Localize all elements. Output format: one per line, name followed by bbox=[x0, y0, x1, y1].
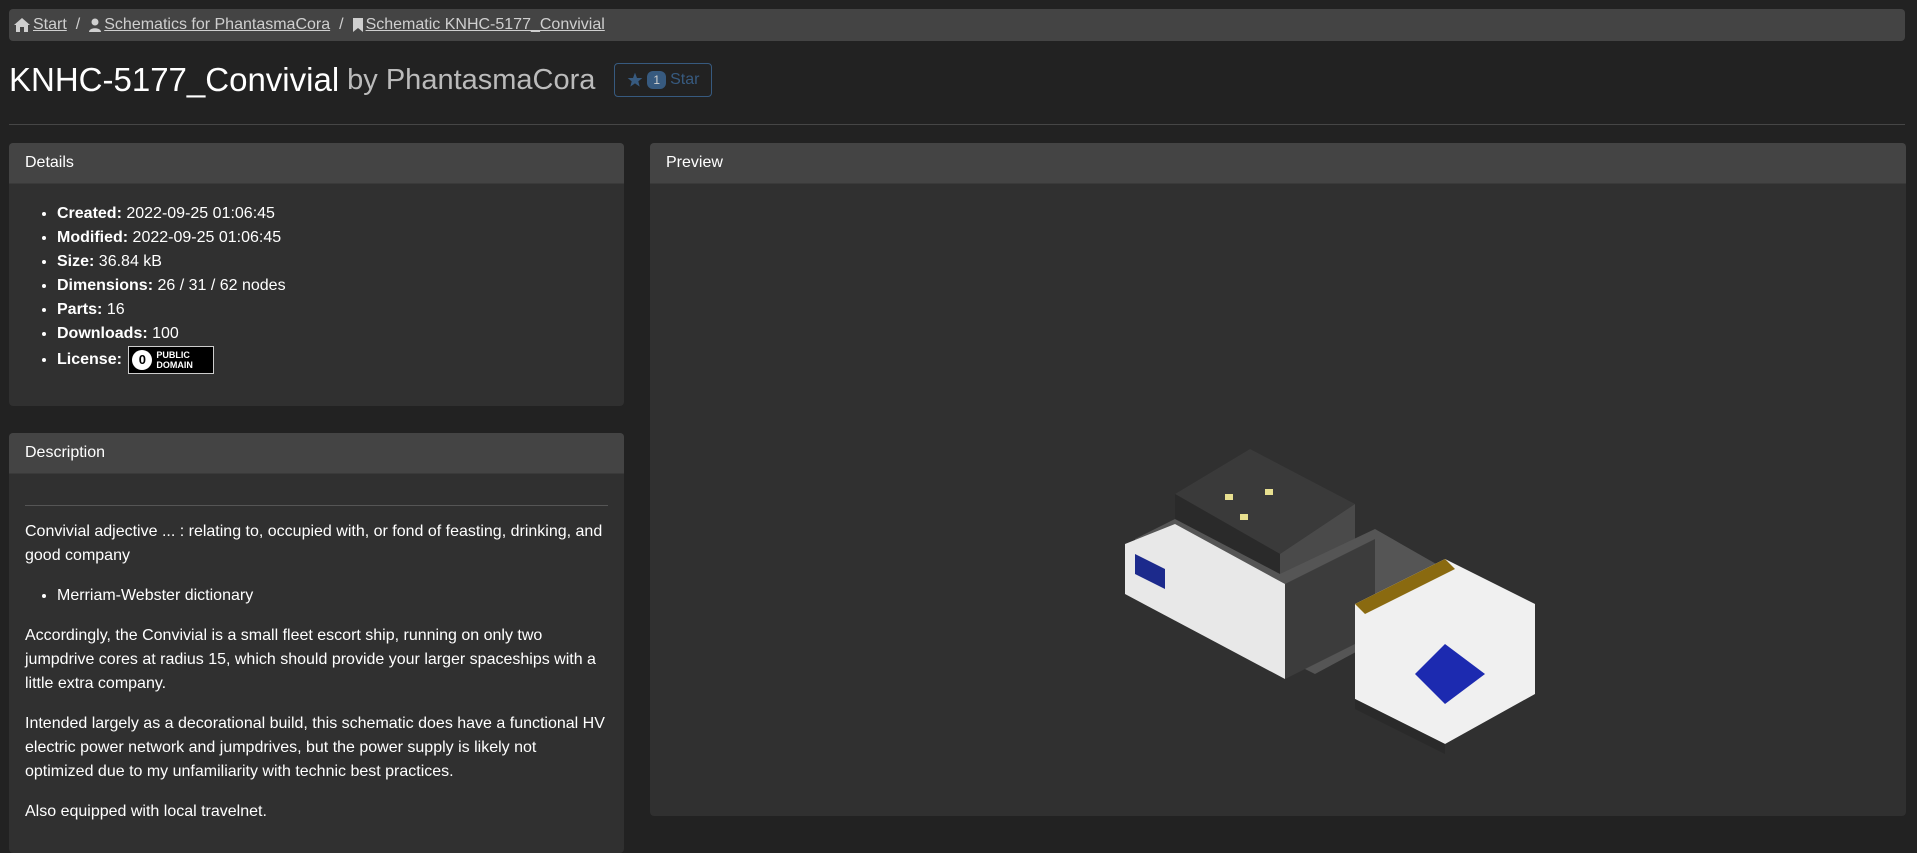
list-item: Merriam-Webster dictionary bbox=[57, 584, 608, 608]
description-paragraph: Convivial adjective ... : relating to, o… bbox=[25, 523, 603, 564]
details-list: Created: 2022-09-25 01:06:45 Modified: 2… bbox=[9, 184, 624, 374]
preview-card-header: Preview bbox=[650, 143, 1906, 184]
breadcrumb-schematic-link[interactable]: Schematic KNHC-5177_Convivial bbox=[352, 16, 605, 34]
star-count-badge: 1 bbox=[647, 71, 667, 89]
home-icon bbox=[14, 18, 30, 32]
detail-license: License: 0 PUBLICDOMAIN bbox=[57, 346, 624, 374]
description-card-header: Description bbox=[9, 433, 624, 474]
author-byline[interactable]: by PhantasmaCora bbox=[347, 64, 595, 97]
star-icon bbox=[628, 72, 643, 87]
page-header: KNHC-5177_Convivial by PhantasmaCora 1 S… bbox=[9, 60, 713, 100]
breadcrumb-user-link[interactable]: Schematics for PhantasmaCora bbox=[89, 16, 330, 34]
breadcrumb-schematic-label: Schematic KNHC-5177_Convivial bbox=[365, 16, 605, 33]
public-domain-license-badge[interactable]: 0 PUBLIC DOMAIN bbox=[128, 346, 215, 374]
detail-modified: Modified: 2022-09-25 01:06:45 bbox=[57, 226, 624, 250]
detail-dimensions: Dimensions: 26 / 31 / 62 nodes bbox=[57, 274, 624, 298]
star-button[interactable]: 1 Star bbox=[614, 63, 713, 97]
breadcrumb-user-label: Schematics for PhantasmaCora bbox=[104, 16, 331, 33]
detail-size: Size: 36.84 kB bbox=[57, 250, 624, 274]
page-title: KNHC-5177_Convivial bbox=[9, 61, 340, 98]
user-icon bbox=[89, 18, 102, 32]
header-divider bbox=[9, 124, 1905, 125]
cc0-icon: 0 bbox=[132, 350, 153, 370]
description-list: Merriam-Webster dictionary bbox=[25, 584, 608, 608]
breadcrumb-separator: / bbox=[339, 16, 344, 33]
breadcrumb-separator: / bbox=[75, 16, 81, 33]
schematic-preview-image bbox=[1125, 449, 1535, 754]
details-card: Details Created: 2022-09-25 01:06:45 Mod… bbox=[9, 143, 624, 406]
detail-downloads: Downloads: 100 bbox=[57, 322, 624, 346]
star-label: Star bbox=[670, 71, 700, 88]
preview-viewport[interactable] bbox=[650, 184, 1906, 816]
license-badge-text: PUBLIC DOMAIN bbox=[156, 350, 193, 370]
breadcrumb: Start / Schematics for PhantasmaCora / S… bbox=[9, 9, 1905, 41]
description-body: Convivial adjective ... : relating to, o… bbox=[9, 505, 624, 824]
breadcrumb-start-link[interactable]: Start bbox=[14, 16, 67, 34]
detail-created: Created: 2022-09-25 01:06:45 bbox=[57, 202, 624, 226]
description-card: Description Convivial adjective ... : re… bbox=[9, 433, 624, 853]
details-card-header: Details bbox=[9, 143, 624, 184]
description-paragraph: Accordingly, the Convivial is a small fl… bbox=[25, 627, 596, 692]
detail-parts: Parts: 16 bbox=[57, 298, 624, 322]
description-paragraph: Also equipped with local travelnet. bbox=[25, 803, 267, 820]
description-divider bbox=[25, 505, 608, 506]
bookmark-icon bbox=[352, 18, 363, 32]
description-paragraph: Intended largely as a decorational build… bbox=[25, 715, 605, 780]
breadcrumb-start-label: Start bbox=[33, 16, 67, 33]
preview-card: Preview bbox=[650, 143, 1906, 816]
